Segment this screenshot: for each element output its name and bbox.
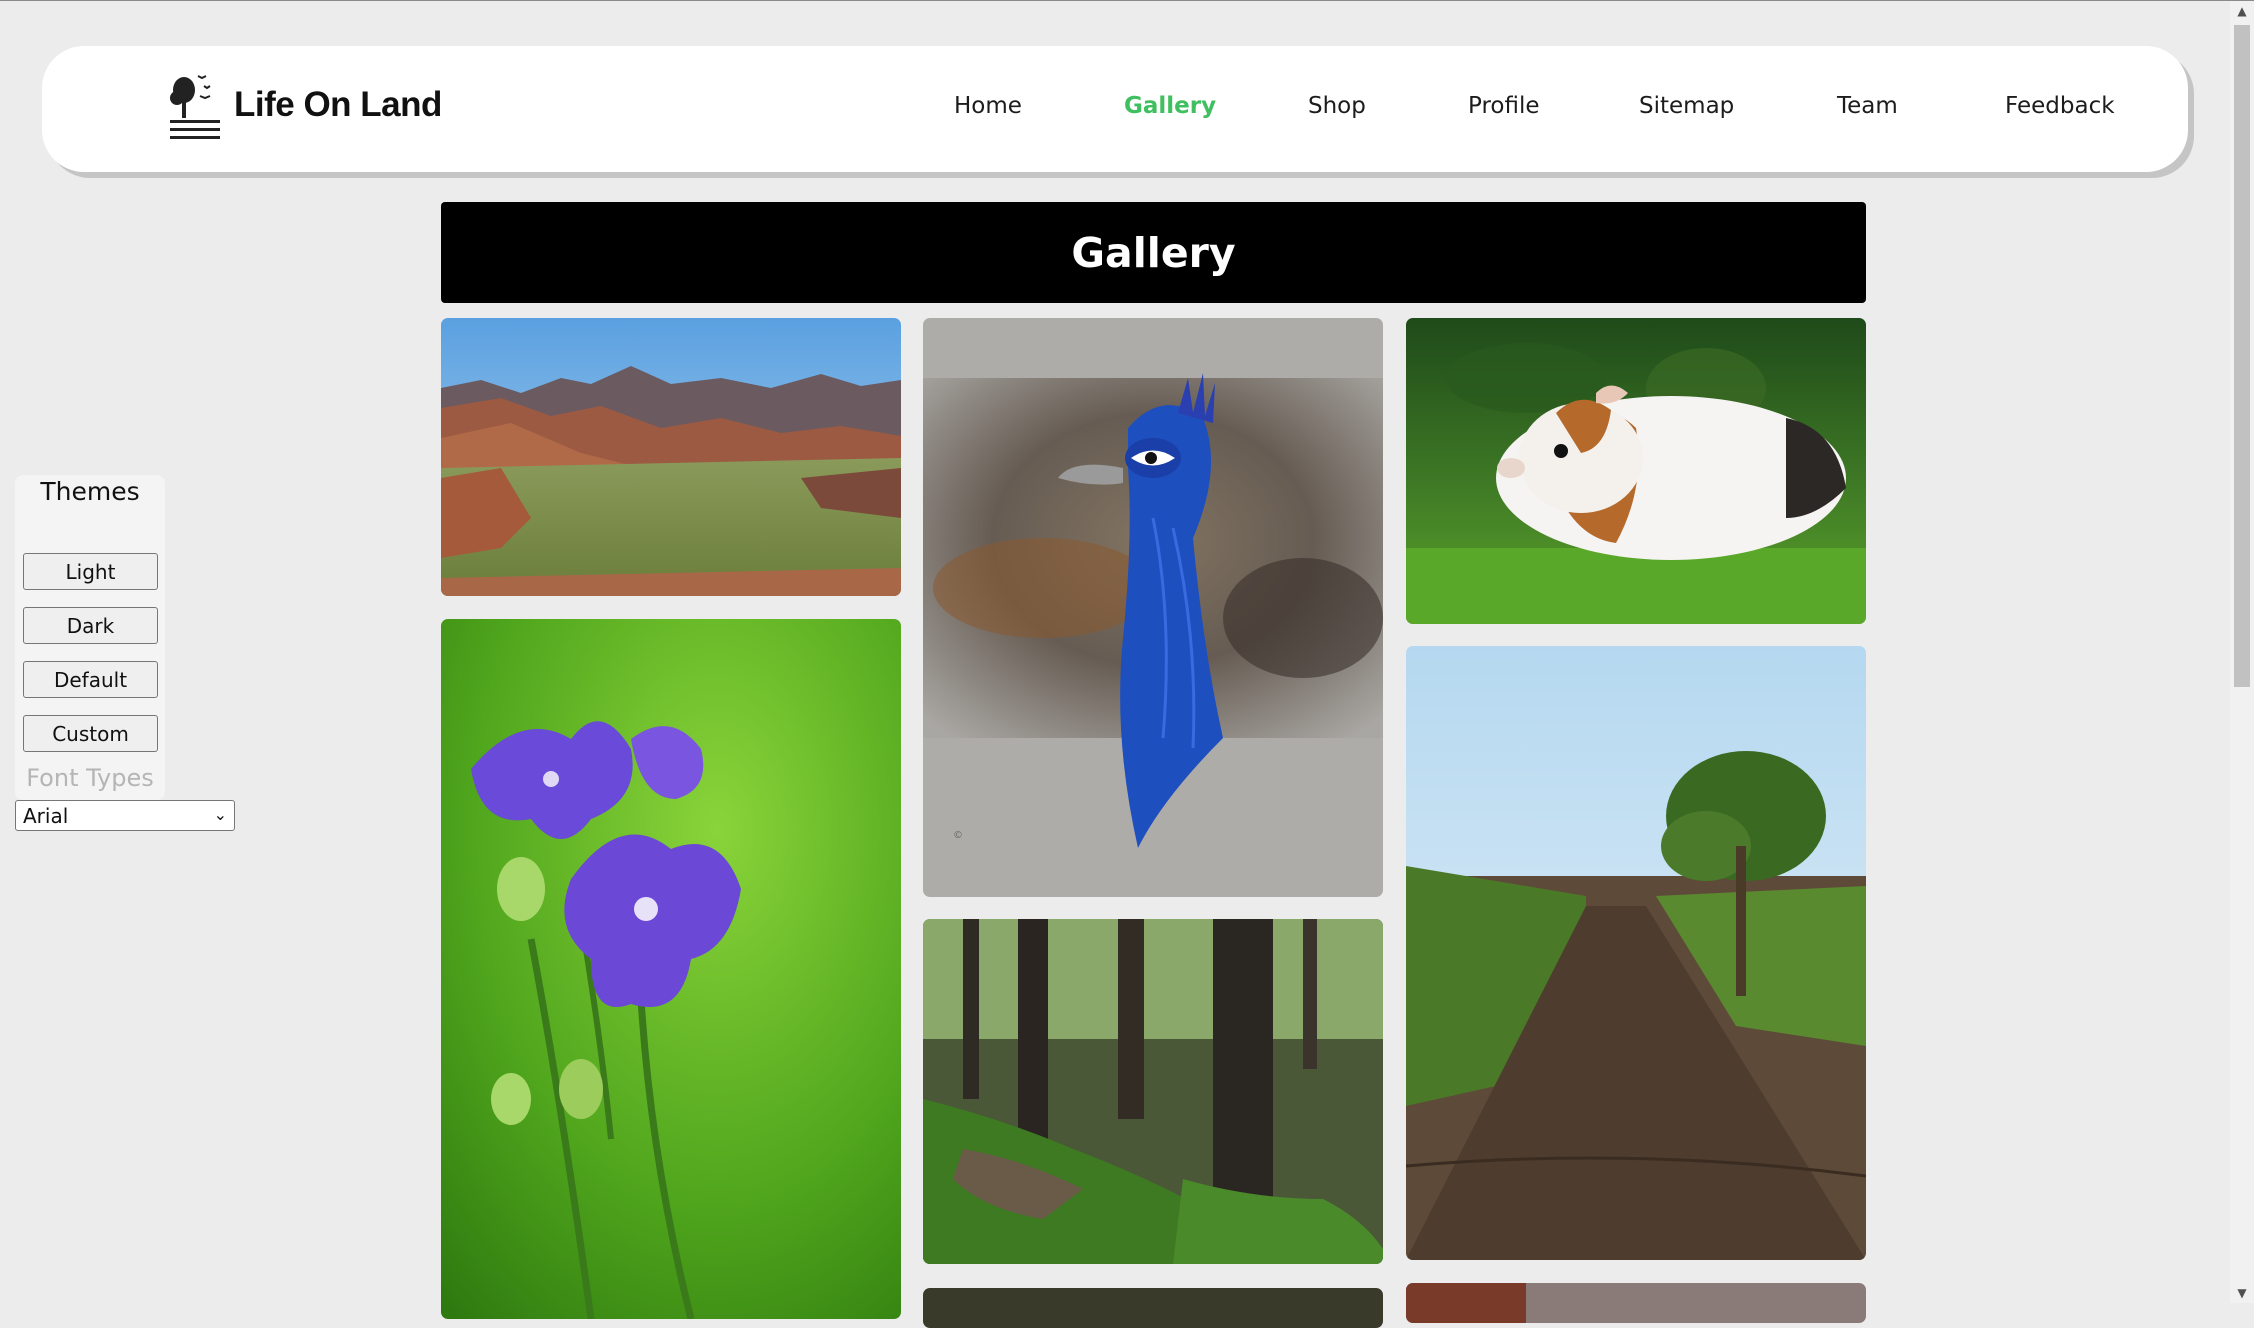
svg-text:©: © [953,830,963,841]
page-title: Gallery [1071,228,1236,277]
gallery-photo-canyon[interactable] [441,318,901,596]
nav-shop[interactable]: Shop [1308,93,1366,119]
themes-panel: Themes Light Dark Default Custom Font Ty… [15,475,165,800]
nav-home[interactable]: Home [954,93,1022,119]
gallery-photo-forest[interactable] [923,919,1383,1264]
font-types-label: Font Types [26,764,154,792]
chevron-down-icon: ⌄ [213,805,227,824]
gallery-photo-guinea-pig[interactable] [1406,318,1866,624]
forest-image [923,919,1383,1264]
tree-logo-icon [170,75,220,139]
font-select-value: Arial [23,803,69,828]
peacock-image: © [923,318,1383,897]
logo-text: Life On Land [234,85,442,124]
themes-title: Themes [40,477,140,506]
gallery-photo-cornfield[interactable] [1406,646,1866,1260]
guinea-pig-image [1406,318,1866,624]
gallery-photo-flower[interactable] [441,619,901,1319]
nav-sitemap[interactable]: Sitemap [1639,93,1734,119]
gallery-title-bar: Gallery [441,202,1866,303]
page-scrollbar[interactable]: ▲ ▼ [2230,1,2254,1303]
nav-feedback[interactable]: Feedback [2005,93,2115,119]
gallery-photo-partial[interactable] [923,1288,1383,1328]
font-type-select[interactable]: Arial ⌄ [15,800,235,831]
partial-image [1406,1283,1866,1323]
nav-team[interactable]: Team [1837,93,1898,119]
theme-default-button[interactable]: Default [23,661,158,698]
theme-light-button[interactable]: Light [23,553,158,590]
scrollbar-thumb[interactable] [2234,25,2250,687]
nav-gallery[interactable]: Gallery [1124,93,1216,119]
top-navbar: Life On Land Home Gallery Shop Profile S… [42,46,2188,172]
partial-image [923,1288,1383,1328]
site-logo[interactable]: Life On Land [168,68,442,142]
theme-custom-button[interactable]: Custom [23,715,158,752]
scroll-up-arrow-icon[interactable]: ▲ [2230,1,2254,21]
flower-image [441,619,901,1319]
nav-profile[interactable]: Profile [1468,93,1540,119]
scroll-down-arrow-icon[interactable]: ▼ [2230,1283,2254,1303]
canyon-image [441,318,901,596]
gallery-photo-partial[interactable] [1406,1283,1866,1323]
theme-dark-button[interactable]: Dark [23,607,158,644]
gallery-photo-peacock[interactable]: © [923,318,1383,897]
cornfield-image [1406,646,1866,1260]
